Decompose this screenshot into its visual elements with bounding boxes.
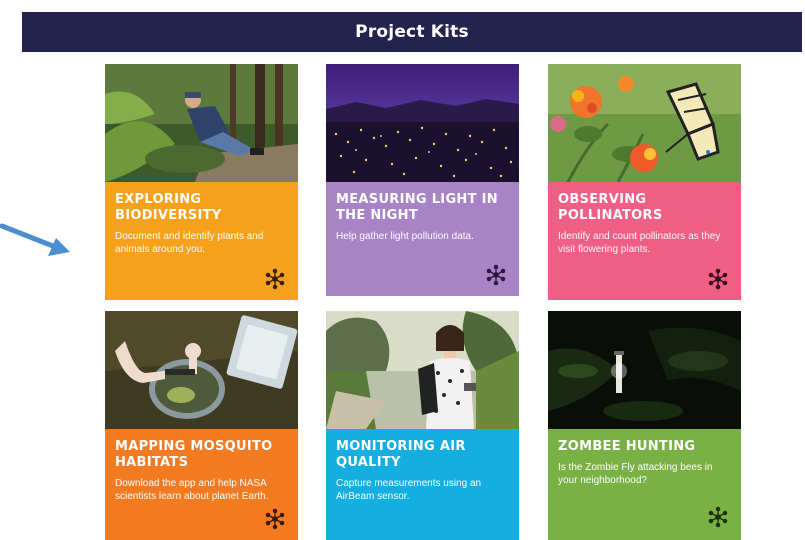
page-header: Project Kits — [22, 12, 802, 52]
kit-photo-airbeam — [326, 311, 519, 429]
kit-photo-mosquito — [105, 311, 298, 429]
kit-card-measuring-light[interactable]: MEASURING LIGHT IN THE NIGHT Help gather… — [326, 64, 519, 296]
kit-description: Identify and count pollinators as they v… — [558, 231, 721, 255]
page-title: Project Kits — [355, 22, 469, 42]
kit-panel: MONITORING AIR QUALITY Capture measureme… — [326, 429, 519, 540]
kit-title: MONITORING AIR QUALITY — [336, 439, 466, 470]
kit-panel: MAPPING MOSQUITO HABITATS Download the a… — [105, 429, 298, 540]
molecule-icon — [264, 508, 286, 530]
kit-panel: MEASURING LIGHT IN THE NIGHT Help gather… — [326, 182, 519, 296]
kit-description: Download the app and help NASA scientist… — [115, 478, 269, 502]
kit-title: ZOMBEE HUNTING — [558, 439, 696, 454]
kit-photo-butterfly — [548, 64, 741, 182]
kit-card-mapping-mosquito[interactable]: MAPPING MOSQUITO HABITATS Download the a… — [105, 311, 298, 540]
arrow-icon — [0, 223, 70, 256]
kit-card-monitoring-air[interactable]: MONITORING AIR QUALITY Capture measureme… — [326, 311, 519, 540]
kit-panel: ZOMBEE HUNTING Is the Zombie Fly attacki… — [548, 429, 741, 540]
kit-title: MEASURING LIGHT IN THE NIGHT — [336, 192, 498, 223]
kit-title: MAPPING MOSQUITO HABITATS — [115, 439, 273, 470]
kit-description: Help gather light pollution data. — [336, 231, 474, 242]
kit-description: Capture measurements using an AirBeam se… — [336, 478, 482, 502]
molecule-icon — [264, 268, 286, 290]
kit-title: EXPLORING BIODIVERSITY — [115, 192, 222, 223]
kit-panel: EXPLORING BIODIVERSITY Document and iden… — [105, 182, 298, 300]
kit-description: Document and identify plants and animals… — [115, 231, 264, 255]
molecule-icon — [485, 264, 507, 286]
molecule-icon — [707, 506, 729, 528]
kit-photo-city-night — [326, 64, 519, 182]
kit-card-exploring-biodiversity[interactable]: EXPLORING BIODIVERSITY Document and iden… — [105, 64, 298, 300]
kit-panel: OBSERVING POLLINATORS Identify and count… — [548, 182, 741, 300]
molecule-icon — [707, 268, 729, 290]
kit-title: OBSERVING POLLINATORS — [558, 192, 663, 223]
kit-description: Is the Zombie Fly attacking bees in your… — [558, 462, 713, 486]
kit-card-observing-pollinators[interactable]: OBSERVING POLLINATORS Identify and count… — [548, 64, 741, 300]
kit-photo-zombee — [548, 311, 741, 429]
kit-photo-biodiversity — [105, 64, 298, 182]
kit-card-zombee-hunting[interactable]: ZOMBEE HUNTING Is the Zombie Fly attacki… — [548, 311, 741, 540]
